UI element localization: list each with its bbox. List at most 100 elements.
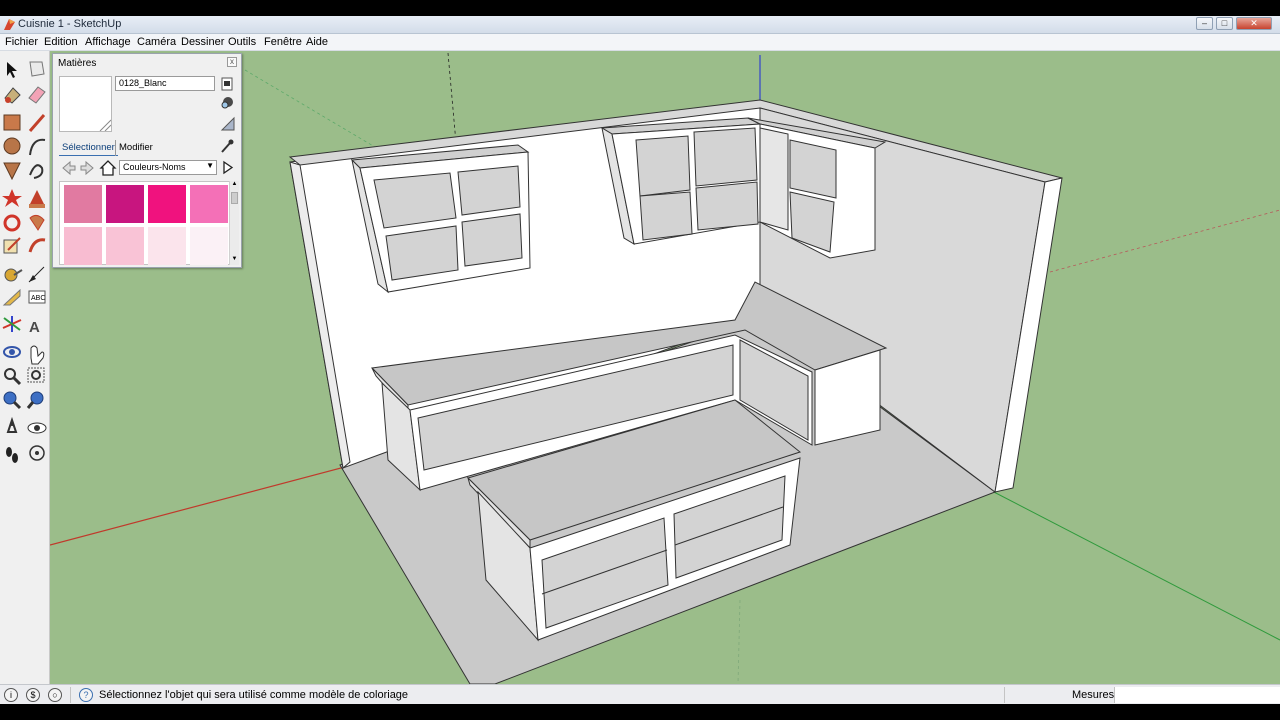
status-separator: [1004, 687, 1005, 703]
chevron-down-icon: ▼: [206, 161, 214, 170]
corner-cube-inner: [759, 127, 789, 231]
material-swatch[interactable]: [106, 185, 144, 223]
zoom-window-icon[interactable]: [27, 367, 45, 383]
3d-text-icon[interactable]: A: [29, 319, 40, 336]
circle-icon[interactable]: [3, 137, 21, 155]
axes-icon[interactable]: [2, 316, 22, 332]
pan-icon[interactable]: [30, 345, 45, 365]
material-swatch[interactable]: [106, 227, 144, 265]
library-select[interactable]: Couleurs-Noms ▼: [119, 160, 217, 175]
tape-measure-icon[interactable]: [4, 268, 23, 282]
status-separator: [70, 687, 71, 703]
previous-view-icon[interactable]: [3, 391, 22, 410]
rotate-icon[interactable]: [3, 214, 21, 232]
upper-left-cube-3: [385, 225, 459, 281]
dimension-icon[interactable]: [28, 266, 45, 283]
paint-bucket-icon[interactable]: [4, 87, 21, 104]
material-swatch[interactable]: [148, 185, 186, 223]
upper-right-cube-3: [639, 191, 693, 241]
swatch-grid: [59, 181, 230, 265]
section-plane-icon[interactable]: [29, 445, 45, 461]
protractor-icon[interactable]: [2, 288, 21, 306]
user-icon[interactable]: ○: [48, 688, 62, 702]
scale-icon[interactable]: [3, 237, 21, 254]
maximize-icon[interactable]: □: [1216, 17, 1233, 30]
help-icon[interactable]: ?: [79, 688, 93, 702]
menu-fenetre[interactable]: Fenêtre: [264, 36, 302, 48]
measures-input[interactable]: [1114, 687, 1280, 703]
walk-icon[interactable]: [6, 447, 18, 463]
line-icon[interactable]: [28, 114, 46, 132]
display-secondary-pane-icon[interactable]: [220, 116, 235, 131]
move-icon[interactable]: [2, 189, 22, 207]
upper-right-cube-2: [693, 127, 758, 187]
geo-location-icon[interactable]: i: [4, 688, 18, 702]
swatch-scrollbar[interactable]: ▲ ▼: [229, 181, 239, 265]
red-axis-dashed: [1049, 209, 1280, 273]
eraser-icon[interactable]: [28, 86, 46, 104]
home-icon[interactable]: [99, 160, 117, 176]
green-axis-dashed: [244, 69, 381, 151]
sample-paint-icon[interactable]: [221, 97, 233, 109]
push-pull-icon[interactable]: [29, 190, 45, 208]
make-component-icon[interactable]: [29, 61, 45, 77]
eyedropper-icon[interactable]: [219, 138, 235, 154]
minimize-icon[interactable]: –: [1196, 17, 1213, 30]
back-arrow-icon[interactable]: [62, 160, 76, 176]
tab-selectionner[interactable]: Sélectionner: [59, 140, 118, 156]
menu-outils[interactable]: Outils: [228, 36, 256, 48]
menu-aide[interactable]: Aide: [306, 36, 328, 48]
material-swatch[interactable]: [190, 227, 228, 265]
scroll-thumb[interactable]: [231, 192, 238, 204]
measures-label: Mesures: [1072, 689, 1115, 701]
panel-close-icon[interactable]: x: [227, 57, 237, 67]
orbit-icon[interactable]: [3, 346, 21, 358]
scroll-up-icon[interactable]: ▲: [230, 181, 239, 190]
material-swatch[interactable]: [148, 227, 186, 265]
menu-dessiner[interactable]: Dessiner: [181, 36, 224, 48]
menu-affichage[interactable]: Affichage: [85, 36, 131, 48]
details-arrow-icon[interactable]: [221, 160, 235, 175]
material-name-field[interactable]: 0128_Blanc: [115, 76, 215, 91]
menu-bar: Fichier Edition Affichage Caméra Dessine…: [0, 34, 1280, 51]
credits-icon[interactable]: $: [26, 688, 40, 702]
menu-fichier[interactable]: Fichier: [5, 36, 38, 48]
material-preview: [59, 76, 112, 132]
menu-camera[interactable]: Caméra: [137, 36, 176, 48]
menu-edition[interactable]: Edition: [44, 36, 78, 48]
material-swatch[interactable]: [64, 185, 102, 223]
tab-modifier[interactable]: Modifier: [115, 140, 156, 156]
look-around-icon[interactable]: [27, 422, 47, 434]
material-swatch[interactable]: [64, 227, 102, 265]
red-axis: [50, 454, 391, 546]
library-select-value: Couleurs-Noms: [123, 162, 186, 172]
freehand-icon[interactable]: [29, 164, 44, 179]
rectangle-icon[interactable]: [3, 114, 21, 131]
arc-icon[interactable]: [29, 138, 46, 156]
sketchup-window: Cuisnie 1 - SketchUp – □ ✕ Fichier Editi…: [0, 0, 1280, 720]
material-swatch[interactable]: [190, 185, 228, 223]
follow-me-icon[interactable]: [29, 214, 45, 231]
offset-icon[interactable]: [28, 238, 46, 253]
zoom-icon[interactable]: [4, 368, 22, 386]
svg-text:A: A: [29, 319, 40, 336]
zoom-extents-icon[interactable]: [26, 391, 44, 409]
text-icon[interactable]: ABC: [28, 290, 46, 304]
create-material-icon[interactable]: [221, 77, 233, 91]
blue-axis-dashed: [737, 599, 741, 684]
scroll-down-icon[interactable]: ▼: [230, 256, 239, 265]
select-tool-icon[interactable]: [7, 62, 17, 78]
svg-text:ABC: ABC: [31, 295, 45, 302]
forward-arrow-icon[interactable]: [80, 160, 94, 176]
status-bar: i $ ○ ? Sélectionnez l'objet qui sera ut…: [0, 684, 1280, 704]
upper-right-cube-1: [635, 135, 691, 197]
upper-left-cube-4: [461, 213, 523, 267]
position-camera-icon[interactable]: [6, 416, 18, 433]
close-icon[interactable]: ✕: [1236, 17, 1272, 30]
corner-cube-1: [789, 139, 837, 199]
status-message: Sélectionnez l'objet qui sera utilisé co…: [99, 689, 409, 701]
green-axis: [989, 489, 1280, 641]
sketchup-app-icon: [4, 19, 15, 30]
polygon-icon[interactable]: [3, 162, 21, 181]
left-toolbar: ABC A: [0, 51, 50, 684]
